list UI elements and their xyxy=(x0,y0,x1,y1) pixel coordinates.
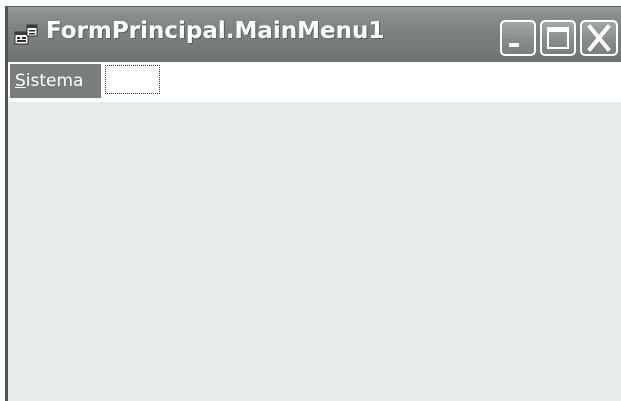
window-title: FormPrincipal.MainMenu1 xyxy=(46,18,385,44)
minimize-icon xyxy=(509,43,519,47)
maximize-button[interactable] xyxy=(540,20,576,56)
main-menu-bar: Sistema xyxy=(8,62,621,102)
close-icon xyxy=(587,24,611,52)
title-bar[interactable]: FormPrincipal.MainMenu1 xyxy=(8,7,621,62)
menu-item-label: istema xyxy=(25,71,84,91)
menu-item-sistema[interactable]: Sistema xyxy=(10,64,101,98)
form-window: FormPrincipal.MainMenu1 Sistema xyxy=(5,6,621,401)
form-client-area[interactable] xyxy=(8,102,621,401)
form-window-icon[interactable] xyxy=(14,23,40,47)
maximize-icon xyxy=(547,27,569,49)
close-button[interactable] xyxy=(580,20,618,56)
menu-item-mnemonic: S xyxy=(15,71,26,91)
new-menu-item-placeholder[interactable] xyxy=(105,65,160,94)
minimize-button[interactable] xyxy=(500,20,536,56)
